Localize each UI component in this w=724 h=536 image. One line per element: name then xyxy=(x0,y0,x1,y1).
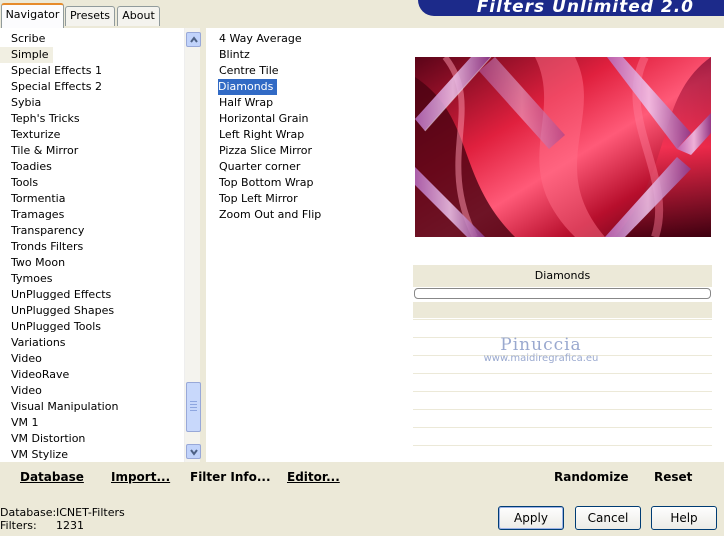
category-item[interactable]: Sybia xyxy=(0,95,184,111)
tab-navigator[interactable]: Navigator xyxy=(1,3,64,28)
filters-count-value: 1231 xyxy=(56,519,84,532)
import-button[interactable]: Import... xyxy=(111,470,170,484)
preview-image xyxy=(415,57,711,237)
parameter-slot xyxy=(413,391,712,407)
category-item[interactable]: Two Moon xyxy=(0,255,184,271)
filter-item-label: Zoom Out and Flip xyxy=(219,208,322,221)
parameter-slot xyxy=(413,319,712,335)
category-item[interactable]: Scribe xyxy=(0,31,184,47)
scroll-up-button[interactable] xyxy=(186,32,201,47)
filter-item[interactable]: Horizontal Grain xyxy=(206,111,408,127)
filters-count-label: Filters: xyxy=(0,519,37,532)
filter-item-label: Diamonds xyxy=(218,79,278,95)
filter-list[interactable]: 4 Way Average Blintz Centre Tile Diamonds Ha… xyxy=(206,28,408,462)
category-item[interactable]: VideoRave xyxy=(0,367,184,383)
scroll-down-button[interactable] xyxy=(186,444,201,459)
filter-item-label: Blintz xyxy=(219,48,250,61)
filter-item[interactable]: Top Left Mirror xyxy=(206,191,408,207)
status-info: Database:ICNET-Filters Filters: 1231 xyxy=(0,506,125,532)
tab-presets[interactable]: Presets xyxy=(65,6,115,26)
category-item[interactable]: Video xyxy=(0,351,184,367)
category-item[interactable]: Special Effects 2 xyxy=(0,79,184,95)
reset-button[interactable]: Reset xyxy=(654,470,692,484)
category-item[interactable]: Transparency xyxy=(0,223,184,239)
chevron-down-icon xyxy=(190,449,198,456)
apply-button[interactable]: Apply xyxy=(498,506,564,530)
filter-item[interactable]: Left Right Wrap xyxy=(206,127,408,143)
filter-item[interactable]: Diamonds xyxy=(206,79,408,95)
help-button[interactable]: Help xyxy=(651,506,717,530)
category-item[interactable]: VM 1 xyxy=(0,415,184,431)
scroll-thumb[interactable] xyxy=(186,382,201,432)
filter-item[interactable]: Quarter corner xyxy=(206,159,408,175)
category-item[interactable]: UnPlugged Tools xyxy=(0,319,184,335)
filter-item-label: Top Left Mirror xyxy=(219,192,298,205)
database-label: Database: xyxy=(0,506,57,519)
parameter-slot xyxy=(413,409,712,425)
database-button[interactable]: Database xyxy=(20,470,84,484)
banner-title: Filters Unlimited 2.0 xyxy=(476,0,694,16)
category-item[interactable]: Simple xyxy=(0,47,53,63)
category-list[interactable]: Scribe Simple Special Effects 1 Special Eff… xyxy=(0,28,184,462)
category-item[interactable]: Visual Manipulation xyxy=(0,399,184,415)
parameter-slot xyxy=(413,427,712,443)
preview-image-graphic xyxy=(415,57,711,237)
app-banner: Filters Unlimited 2.0 xyxy=(418,0,724,16)
category-scrollbar[interactable] xyxy=(184,28,201,462)
filter-item-label: Pizza Slice Mirror xyxy=(219,144,313,157)
database-value: ICNET-Filters xyxy=(56,506,125,519)
filter-item-label: Centre Tile xyxy=(219,64,279,77)
category-item[interactable]: Video xyxy=(0,383,184,399)
filter-item[interactable]: Centre Tile xyxy=(206,63,408,79)
filter-item-label: 4 Way Average xyxy=(219,32,302,45)
category-item[interactable]: Tormentia xyxy=(0,191,184,207)
watermark-name: Pinuccia xyxy=(500,335,582,355)
category-item[interactable]: Tymoes xyxy=(0,271,184,287)
category-item[interactable]: UnPlugged Effects xyxy=(0,287,184,303)
parameter-slot xyxy=(413,445,712,461)
editor-button[interactable]: Editor... xyxy=(287,470,340,484)
filter-item[interactable]: Blintz xyxy=(206,47,408,63)
filter-item[interactable]: Top Bottom Wrap xyxy=(206,175,408,191)
filter-item[interactable]: Zoom Out and Flip xyxy=(206,207,408,223)
filter-item-label: Horizontal Grain xyxy=(219,112,309,125)
category-item[interactable]: Tools xyxy=(0,175,184,191)
randomize-button[interactable]: Randomize xyxy=(554,470,628,484)
category-item[interactable]: Texturize xyxy=(0,127,184,143)
category-item[interactable]: VM Stylize xyxy=(0,447,184,463)
watermark: Pinuccia www.maidiregrafica.eu xyxy=(466,335,616,364)
category-item[interactable]: Teph's Tricks xyxy=(0,111,184,127)
filter-item-label: Half Wrap xyxy=(219,96,274,109)
category-item[interactable]: Tramages xyxy=(0,207,184,223)
filter-item-label: Quarter corner xyxy=(219,160,301,173)
category-item[interactable]: Tile & Mirror xyxy=(0,143,184,159)
parameter-slot xyxy=(413,373,712,389)
filter-item-label: Left Right Wrap xyxy=(219,128,305,141)
category-item[interactable]: Tronds Filters xyxy=(0,239,184,255)
chevron-up-icon xyxy=(190,36,198,43)
tab-about[interactable]: About xyxy=(117,6,160,26)
category-item[interactable]: VM Distortion xyxy=(0,431,184,447)
category-item[interactable]: Variations xyxy=(0,335,184,351)
filter-item[interactable]: Half Wrap xyxy=(206,95,408,111)
selected-filter-label: Diamonds xyxy=(413,265,712,287)
bottom-toolbar: Database Import... Filter Info... Editor… xyxy=(0,462,724,492)
category-item[interactable]: UnPlugged Shapes xyxy=(0,303,184,319)
filter-item[interactable]: Pizza Slice Mirror xyxy=(206,143,408,159)
parameter-header xyxy=(413,302,712,318)
category-item[interactable]: Toadies xyxy=(0,159,184,175)
filter-item[interactable]: 4 Way Average xyxy=(206,31,408,47)
progress-bar xyxy=(414,288,711,299)
filter-item-label: Top Bottom Wrap xyxy=(219,176,314,189)
watermark-url: www.maidiregrafica.eu xyxy=(483,353,599,364)
cancel-button[interactable]: Cancel xyxy=(575,506,641,530)
filter-info-button[interactable]: Filter Info... xyxy=(190,470,271,484)
category-item[interactable]: Special Effects 1 xyxy=(0,63,184,79)
